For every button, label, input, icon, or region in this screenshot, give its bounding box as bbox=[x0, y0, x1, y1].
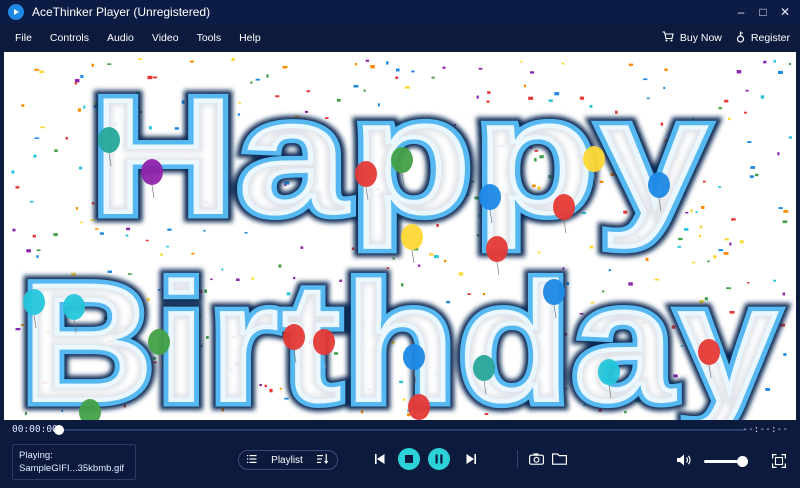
playlist-button[interactable]: Playlist bbox=[238, 450, 338, 470]
menu-bar: File Controls Audio Video Tools Help Buy… bbox=[0, 26, 800, 50]
balloon-string bbox=[413, 369, 417, 384]
balloon bbox=[79, 399, 101, 420]
balloon-string bbox=[365, 186, 369, 201]
register-label: Register bbox=[750, 32, 790, 44]
maximize-button[interactable]: □ bbox=[752, 0, 774, 24]
close-button[interactable]: ✕ bbox=[774, 0, 796, 24]
seek-bar[interactable] bbox=[58, 429, 746, 431]
balloon-string bbox=[33, 314, 37, 329]
title-bar: AceThinker Player (Unregistered) – □ ✕ bbox=[0, 0, 800, 24]
balloon bbox=[543, 279, 565, 305]
volume-handle[interactable] bbox=[736, 456, 748, 467]
balloon-string bbox=[73, 319, 77, 334]
now-playing-panel: Playing: SampleGIFI...35kbmb.gif bbox=[12, 444, 136, 480]
balloon bbox=[698, 339, 720, 365]
register-link[interactable]: Register bbox=[736, 31, 790, 46]
menu-file[interactable]: File bbox=[15, 32, 32, 44]
balloon bbox=[583, 146, 605, 172]
balloon bbox=[479, 184, 501, 210]
playlist-label: Playlist bbox=[271, 454, 303, 466]
balloon-string bbox=[483, 380, 487, 395]
balloon-string bbox=[411, 249, 415, 264]
seek-handle[interactable] bbox=[54, 425, 64, 435]
stop-icon bbox=[405, 455, 413, 463]
balloon bbox=[391, 147, 413, 173]
fullscreen-icon[interactable] bbox=[771, 453, 787, 468]
now-playing-label: Playing: bbox=[19, 450, 53, 461]
balloon-string bbox=[553, 304, 557, 319]
balloon-string bbox=[496, 261, 500, 276]
balloon bbox=[553, 194, 575, 220]
total-time: --:--:-- bbox=[742, 424, 788, 435]
balloon bbox=[148, 329, 170, 355]
app-logo-icon bbox=[8, 4, 24, 20]
pause-icon bbox=[435, 454, 443, 464]
next-icon[interactable] bbox=[464, 452, 478, 466]
balloon bbox=[355, 161, 377, 187]
list-icon bbox=[247, 454, 257, 466]
window-title: AceThinker Player (Unregistered) bbox=[32, 5, 211, 19]
balloon bbox=[648, 172, 670, 198]
menu-audio[interactable]: Audio bbox=[107, 32, 134, 44]
balloon-string bbox=[593, 171, 597, 186]
balloon bbox=[283, 324, 305, 350]
menu-controls[interactable]: Controls bbox=[50, 32, 89, 44]
balloon bbox=[63, 294, 85, 320]
balloons-decoration bbox=[23, 127, 720, 420]
balloon-string bbox=[563, 219, 567, 234]
balloon-string bbox=[708, 364, 712, 379]
balloon-string bbox=[401, 172, 405, 187]
balloon-string bbox=[158, 354, 162, 369]
folder-icon[interactable] bbox=[551, 451, 568, 467]
current-time: 00:00:00 bbox=[12, 424, 58, 435]
balloon bbox=[403, 344, 425, 370]
divider bbox=[517, 450, 518, 468]
balloon bbox=[598, 359, 620, 385]
cart-icon bbox=[662, 31, 674, 45]
balloon-string bbox=[151, 184, 155, 199]
camera-icon[interactable] bbox=[528, 451, 545, 467]
balloon-string bbox=[658, 197, 662, 212]
balloon-string bbox=[323, 354, 327, 369]
menu-help[interactable]: Help bbox=[239, 32, 261, 44]
balloon bbox=[141, 159, 163, 185]
volume-icon[interactable] bbox=[676, 453, 694, 467]
minimize-button[interactable]: – bbox=[730, 0, 752, 24]
balloon-string bbox=[293, 349, 297, 364]
now-playing-filename: SampleGIFI...35kbmb.gif bbox=[19, 463, 125, 474]
balloon bbox=[23, 289, 45, 315]
buy-now-link[interactable]: Buy Now bbox=[662, 31, 722, 45]
video-display[interactable]: Happy Happy Happy Birthday Birthday Birt… bbox=[4, 52, 796, 420]
balloon bbox=[486, 236, 508, 262]
balloon-string bbox=[608, 384, 612, 399]
balloon-string bbox=[489, 209, 493, 224]
balloon bbox=[408, 394, 430, 420]
menu-video[interactable]: Video bbox=[152, 32, 179, 44]
pause-button[interactable] bbox=[428, 448, 450, 470]
balloon bbox=[98, 127, 120, 153]
buy-now-label: Buy Now bbox=[679, 32, 722, 44]
balloon bbox=[401, 224, 423, 250]
menu-tools[interactable]: Tools bbox=[197, 32, 222, 44]
stop-button[interactable] bbox=[398, 448, 420, 470]
sort-icon[interactable] bbox=[317, 453, 329, 467]
previous-icon[interactable] bbox=[373, 452, 387, 466]
progress-row: 00:00:00 --:--:-- bbox=[0, 422, 800, 438]
balloon-string bbox=[108, 152, 112, 167]
key-icon bbox=[736, 31, 745, 46]
balloon bbox=[473, 355, 495, 381]
balloon bbox=[313, 329, 335, 355]
